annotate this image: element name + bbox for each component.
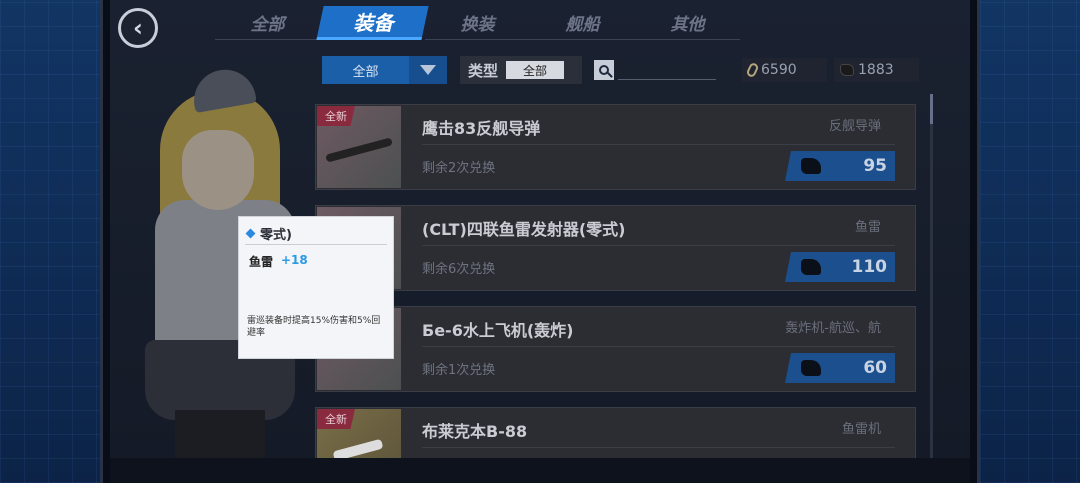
chevron-left-icon: ‹ <box>133 14 143 42</box>
item-remaining: 剩余2次兑换 <box>422 161 496 176</box>
item-remaining: 剩余1次兑换 <box>422 363 496 378</box>
item-name: 布莱克本B-88 <box>422 422 528 441</box>
ship-token-count: 1883 <box>858 62 894 78</box>
tooltip-title: 零式) <box>260 228 292 243</box>
diamond-icon <box>245 228 256 239</box>
divider <box>422 144 895 145</box>
new-badge: 全新 <box>317 409 355 429</box>
back-button[interactable]: ‹ <box>118 8 158 48</box>
tab-equipment[interactable]: 装备 <box>316 6 429 40</box>
ship-token-icon <box>801 360 821 376</box>
tooltip-stat-bonus: +18 <box>281 253 308 267</box>
tab-ships[interactable]: 舰船 <box>530 6 635 40</box>
scrollbar-thumb[interactable] <box>930 94 933 124</box>
tooltip-stat-name: 鱼雷 <box>249 255 274 269</box>
shop-item[interactable]: (CLT)四联鱼雷发射器(零式) 鱼雷 剩余6次兑换 110 <box>315 205 916 291</box>
item-tooltip: 零式) 鱼雷 +18 雷巡装备时提高15%伤害和5%回避率 <box>238 216 394 359</box>
item-price: 95 <box>863 156 887 176</box>
divider <box>422 447 895 448</box>
type-filter-value: 全部 <box>506 61 565 79</box>
filter-dropdown-value: 全部 <box>352 64 379 80</box>
tab-others[interactable]: 其他 <box>635 6 740 40</box>
search-icon <box>599 65 609 75</box>
search-button[interactable] <box>594 60 614 80</box>
type-filter[interactable]: 类型 全部 <box>460 56 582 84</box>
shop-item[interactable]: 全新 鹰击83反舰导弹 反舰导弹 剩余2次兑换 95 <box>315 104 916 190</box>
missile-icon <box>325 137 393 163</box>
search-input[interactable] <box>618 79 716 80</box>
ship-token-icon <box>840 64 854 76</box>
ship-token-icon <box>801 158 821 174</box>
background-right-panel <box>980 0 1080 483</box>
item-name: (CLT)四联鱼雷发射器(零式) <box>422 220 626 239</box>
paperclip-icon <box>745 61 760 79</box>
tab-all[interactable]: 全部 <box>215 6 320 40</box>
item-remaining: 剩余6次兑换 <box>422 262 496 277</box>
item-price: 60 <box>863 358 887 378</box>
character-face <box>182 130 254 210</box>
item-category: 鱼雷 <box>854 220 881 235</box>
paperclip-resource: 6590 <box>742 58 827 82</box>
item-price: 110 <box>851 257 888 277</box>
divider <box>422 346 895 347</box>
scrollbar-track[interactable] <box>930 94 933 458</box>
paperclip-count: 6590 <box>761 62 797 78</box>
tooltip-description: 雷巡装备时提高15%伤害和5%回避率 <box>247 316 381 338</box>
buy-button[interactable]: 110 <box>785 252 895 282</box>
background-left-panel <box>0 0 100 483</box>
item-category: 鱼雷机 <box>841 422 881 437</box>
tab-equipment-label: 装备 <box>352 11 393 35</box>
bottom-bar <box>110 458 970 483</box>
buy-button[interactable]: 95 <box>785 151 895 181</box>
ship-token-icon <box>801 259 821 275</box>
ship-token-resource: 1883 <box>834 58 919 82</box>
new-badge: 全新 <box>317 106 355 126</box>
item-category: 轰炸机-航巡、航 <box>785 321 881 336</box>
item-name: Бе-6水上飞机(轰炸) <box>422 321 574 340</box>
tab-bar: 全部 装备 换装 舰船 其他 <box>215 6 740 44</box>
chevron-down-icon <box>409 56 447 84</box>
tab-skins[interactable]: 换装 <box>425 6 530 40</box>
divider <box>422 245 895 246</box>
buy-button[interactable]: 60 <box>785 353 895 383</box>
tooltip-title-row: 零式) <box>245 223 387 245</box>
item-category: 反舰导弹 <box>828 119 881 134</box>
type-filter-label: 类型 <box>468 61 499 80</box>
item-name: 鹰击83反舰导弹 <box>422 119 541 138</box>
shop-item[interactable]: Бе-6水上飞机(轰炸) 轰炸机-航巡、航 剩余1次兑换 60 <box>315 306 916 392</box>
filter-dropdown[interactable]: 全部 <box>322 56 447 84</box>
